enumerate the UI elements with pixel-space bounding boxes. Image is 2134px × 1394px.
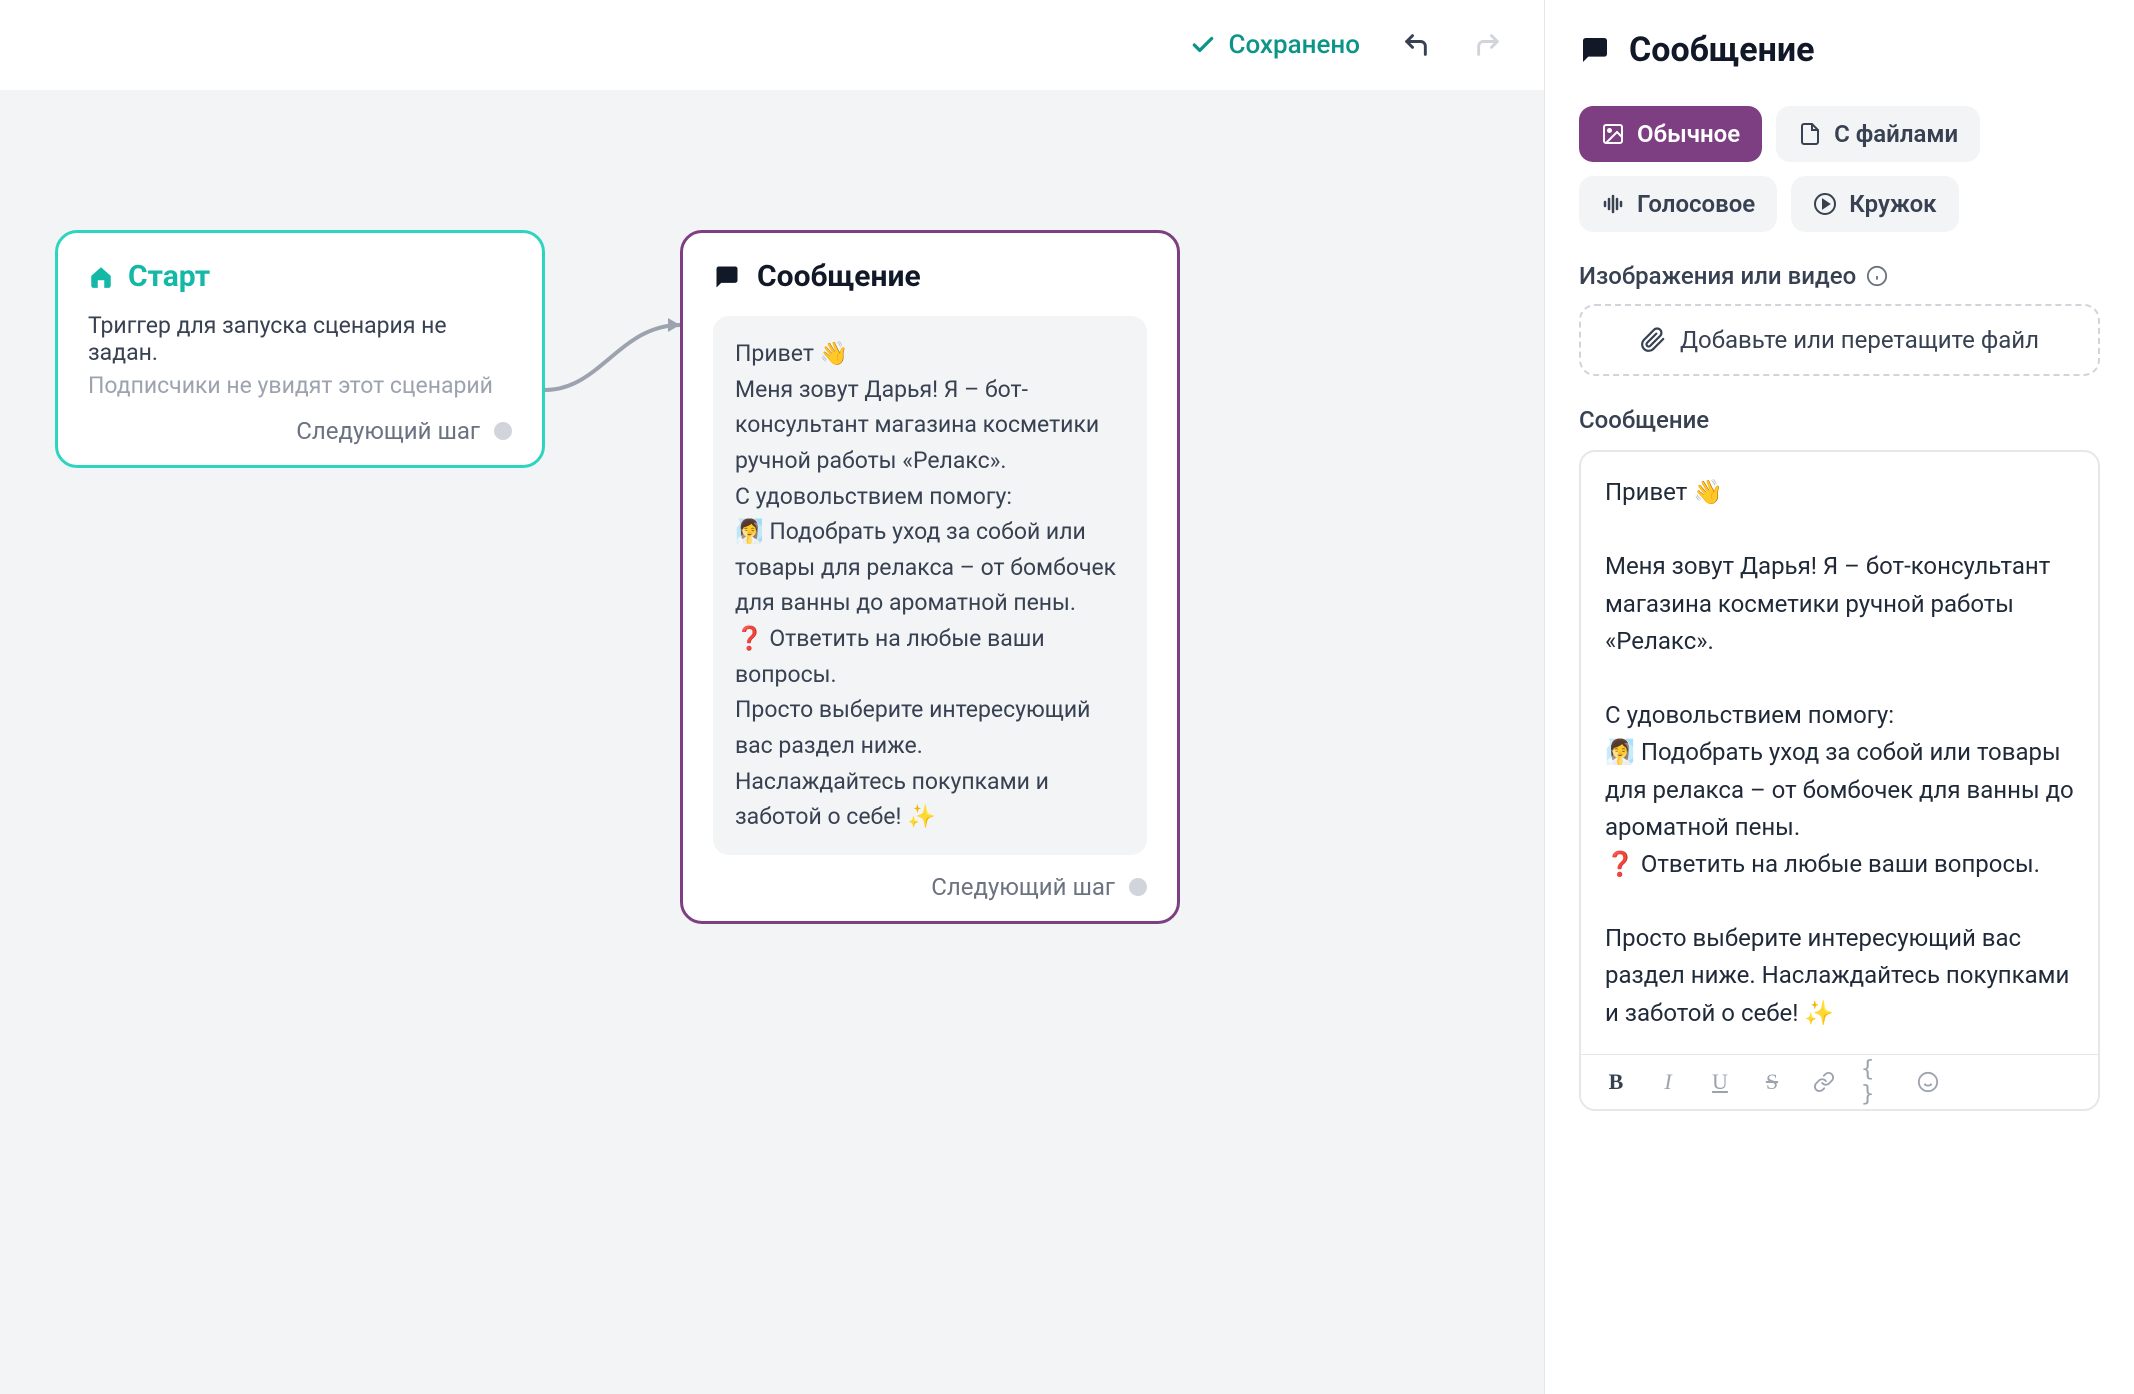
- tab-files-label: С файлами: [1834, 120, 1958, 148]
- start-next-label: Следующий шаг: [296, 417, 480, 445]
- file-icon: [1798, 122, 1822, 146]
- start-node-title: Старт: [128, 259, 210, 294]
- dropzone-label: Добавьте или перетащите файл: [1680, 326, 2039, 354]
- start-node[interactable]: Старт Триггер для запуска сценария не за…: [55, 230, 545, 468]
- tab-voice-label: Голосовое: [1637, 190, 1755, 218]
- emoji-icon: [1917, 1071, 1939, 1093]
- connector-arrow: [540, 310, 700, 400]
- emoji-button[interactable]: [1913, 1067, 1943, 1097]
- media-dropzone[interactable]: Добавьте или перетащите файл: [1579, 304, 2100, 376]
- panel-header: Сообщение: [1545, 0, 2134, 90]
- redo-button[interactable]: [1472, 29, 1504, 61]
- topbar: Сохранено: [0, 0, 1544, 90]
- saved-status: Сохранено: [1190, 30, 1360, 60]
- variable-button[interactable]: { }: [1861, 1067, 1891, 1097]
- audio-wave-icon: [1601, 192, 1625, 216]
- panel-title: Сообщение: [1629, 30, 1814, 70]
- saved-label: Сохранено: [1228, 30, 1360, 60]
- home-icon: [88, 264, 114, 290]
- underline-button[interactable]: U: [1705, 1067, 1735, 1097]
- message-editor[interactable]: Привет 👋 Меня зовут Дарья! Я – бот-консу…: [1581, 452, 2098, 1054]
- message-node-next[interactable]: Следующий шаг: [713, 873, 1147, 901]
- tab-files[interactable]: С файлами: [1776, 106, 1980, 162]
- strike-button[interactable]: S: [1757, 1067, 1787, 1097]
- link-button[interactable]: [1809, 1067, 1839, 1097]
- tab-regular-label: Обычное: [1637, 120, 1740, 148]
- side-panel: Сообщение Обычное С файлами Голосовое: [1544, 0, 2134, 1394]
- image-icon: [1601, 122, 1625, 146]
- message-icon: [713, 263, 741, 291]
- check-icon: [1190, 32, 1216, 58]
- start-node-desc: Триггер для запуска сценария не задан.: [88, 312, 512, 366]
- info-icon[interactable]: [1866, 265, 1888, 287]
- connector-dot[interactable]: [1129, 878, 1147, 896]
- tab-regular[interactable]: Обычное: [1579, 106, 1762, 162]
- connector-dot[interactable]: [494, 422, 512, 440]
- undo-icon: [1402, 31, 1430, 59]
- message-node-body: Привет 👋 Меня зовут Дарья! Я – бот-консу…: [713, 316, 1147, 855]
- tab-circle[interactable]: Кружок: [1791, 176, 1958, 232]
- flow-canvas[interactable]: Старт Триггер для запуска сценария не за…: [0, 90, 1544, 1394]
- message-next-label: Следующий шаг: [931, 873, 1115, 901]
- media-section-label: Изображения или видео: [1579, 262, 2100, 290]
- message-editor-wrap: Привет 👋 Меня зовут Дарья! Я – бот-консу…: [1579, 450, 2100, 1111]
- tab-circle-label: Кружок: [1849, 190, 1936, 218]
- redo-icon: [1474, 31, 1502, 59]
- paperclip-icon: [1640, 327, 1666, 353]
- italic-button[interactable]: I: [1653, 1067, 1683, 1097]
- bold-button[interactable]: B: [1601, 1067, 1631, 1097]
- link-icon: [1813, 1071, 1835, 1093]
- message-node[interactable]: Сообщение Привет 👋 Меня зовут Дарья! Я –…: [680, 230, 1180, 924]
- message-node-title: Сообщение: [757, 259, 921, 294]
- message-section-label: Сообщение: [1579, 406, 2100, 434]
- editor-toolbar: B I U S { }: [1581, 1054, 2098, 1109]
- message-type-tabs: Обычное С файлами Голосовое Кружок: [1579, 106, 2100, 232]
- start-node-hint: Подписчики не увидят этот сценарий: [88, 372, 512, 399]
- undo-button[interactable]: [1400, 29, 1432, 61]
- play-circle-icon: [1813, 192, 1837, 216]
- tab-voice[interactable]: Голосовое: [1579, 176, 1777, 232]
- start-node-next[interactable]: Следующий шаг: [88, 417, 512, 445]
- message-icon: [1579, 34, 1611, 66]
